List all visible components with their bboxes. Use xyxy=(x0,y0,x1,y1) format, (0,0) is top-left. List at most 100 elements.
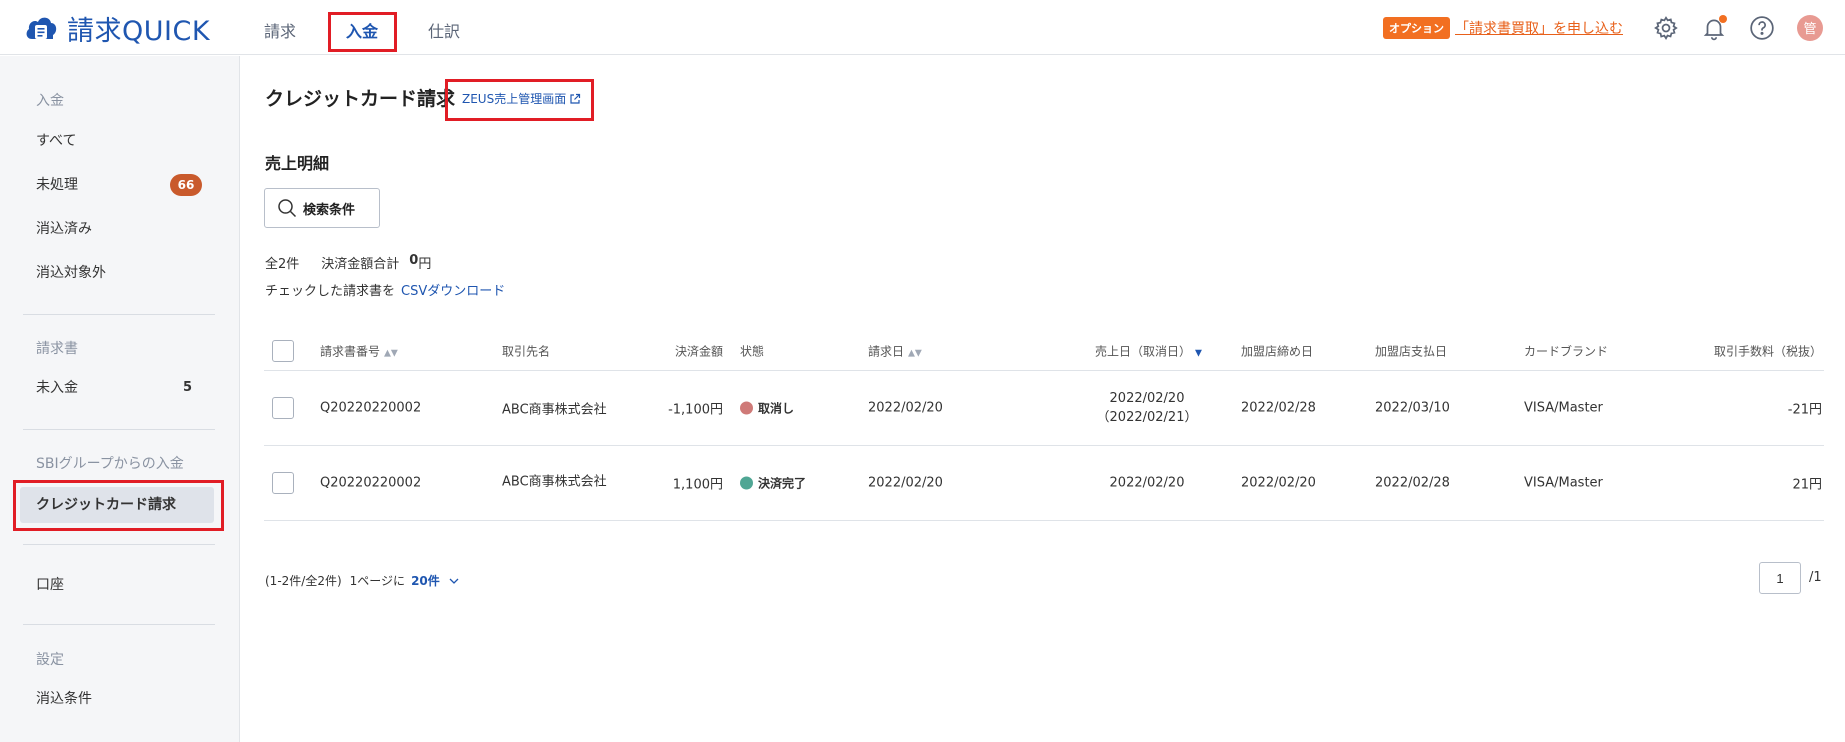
zeus-link-label: ZEUS売上管理画面 xyxy=(462,92,567,106)
search-conditions-button[interactable]: 検索条件 xyxy=(264,188,380,228)
sidebar-item-credit-card[interactable]: クレジットカード請求 xyxy=(20,487,214,523)
top-header: 請求QUICK 請求 入金 仕訳 オプション 「請求書買取」を申し込む 管 xyxy=(0,0,1845,55)
cell-card-brand: VISA/Master xyxy=(1524,400,1603,416)
cell-pay-date: 2022/03/10 xyxy=(1375,400,1450,416)
col-sales-date[interactable]: 売上日（取消日） ▼ xyxy=(1095,342,1202,359)
zeus-sales-admin-link[interactable]: ZEUS売上管理画面 xyxy=(462,90,581,107)
cell-invoice-date: 2022/02/20 xyxy=(868,400,943,416)
csv-prefix: チェックした請求書を xyxy=(265,284,396,299)
cell-fee: -21円 xyxy=(1787,402,1822,418)
cell-close-date: 2022/02/20 xyxy=(1241,475,1316,491)
cell-status: 取消し xyxy=(740,400,794,417)
status-dot xyxy=(740,476,753,490)
option-badge: オプション xyxy=(1383,16,1450,39)
csv-download-link[interactable]: CSVダウンロード xyxy=(401,284,505,299)
sales-detail-title: 売上明細 xyxy=(265,154,330,173)
sidebar-section-invoices: 請求書 xyxy=(36,341,78,357)
col-fee: 取引手数料（税抜） xyxy=(1713,344,1822,358)
amount-value: 0 xyxy=(409,253,419,268)
sidebar-item-label: 未入金 xyxy=(36,380,78,396)
col-client: 取引先名 xyxy=(502,344,551,358)
notification-bell-icon[interactable] xyxy=(1701,14,1727,41)
summary: 全2件 決済金額合計 0 円 xyxy=(265,253,431,272)
sort-icon: ▲▼ xyxy=(908,348,922,358)
cancel-date: （2022/02/21） xyxy=(1096,410,1198,425)
sidebar-item-label: 口座 xyxy=(36,577,64,593)
amount-label: 決済金額合計 xyxy=(321,257,400,272)
unpaid-count: 5 xyxy=(182,380,192,395)
cell-invoice-no[interactable]: Q20220220002 xyxy=(320,476,421,491)
col-invoice-date[interactable]: 請求日 ▲▼ xyxy=(868,342,922,359)
sidebar-divider xyxy=(23,314,215,315)
table-header-row: 請求書番号 ▲▼ 取引先名 決済金額 状態 請求日 ▲▼ 売上日（取消日） ▼ 加盟店… xyxy=(264,331,1824,371)
tab-journal[interactable]: 仕訳 xyxy=(428,22,460,52)
pagination-info: (1-2件/全2件) 1ページに 20件 xyxy=(265,572,460,589)
cloud-logo-icon xyxy=(26,17,57,39)
per-page-select[interactable]: 20件 xyxy=(411,572,440,589)
chevron-down-icon[interactable] xyxy=(448,575,460,587)
cell-pay-date: 2022/02/28 xyxy=(1375,475,1450,491)
cell-sales-date: 2022/02/20 xyxy=(1087,476,1207,491)
sidebar-divider xyxy=(23,544,215,545)
cell-status: 決済完了 xyxy=(740,475,806,492)
top-nav: 請求 入金 仕訳 xyxy=(264,22,510,52)
page-title: クレジットカード請求 xyxy=(265,88,456,110)
header-actions: オプション 「請求書買取」を申し込む 管 xyxy=(1383,0,1845,55)
sales-date: 2022/02/20 xyxy=(1109,391,1185,406)
total-count: 全2件 xyxy=(265,257,300,272)
cell-amount: -1,100円 xyxy=(668,402,723,418)
sort-desc-icon: ▼ xyxy=(1195,348,1202,358)
tab-invoice[interactable]: 請求 xyxy=(264,22,296,52)
sidebar-section-sbi: SBIグループからの入金 xyxy=(36,456,184,472)
cell-invoice-no[interactable]: Q20220220002 xyxy=(320,401,421,416)
settings-gear-icon[interactable] xyxy=(1653,15,1679,41)
col-pay-date: 加盟店支払日 xyxy=(1375,344,1448,358)
row-checkbox[interactable] xyxy=(272,472,294,494)
user-avatar[interactable]: 管 xyxy=(1797,14,1823,41)
sidebar-section-payment: 入金 xyxy=(36,93,64,109)
col-status: 状態 xyxy=(740,344,765,358)
sidebar-item-reconcile-rules[interactable]: 消込条件 xyxy=(20,682,214,716)
external-link-icon xyxy=(570,93,581,104)
row-checkbox[interactable] xyxy=(272,397,294,419)
main-content: クレジットカード請求 ZEUS売上管理画面 売上明細 検索条件 全2件 決済金額… xyxy=(241,56,1845,742)
factoring-apply-link[interactable]: 「請求書買取」を申し込む xyxy=(1455,18,1623,38)
sidebar-item-accounts[interactable]: 口座 xyxy=(20,568,214,602)
status-label: 取消し xyxy=(758,401,795,416)
col-card-brand: カードブランド xyxy=(1524,344,1609,358)
sales-table: 請求書番号 ▲▼ 取引先名 決済金額 状態 請求日 ▲▼ 売上日（取消日） ▼ 加盟店… xyxy=(264,331,1824,521)
sidebar-item-unprocessed[interactable]: 未処理 66 xyxy=(20,168,214,202)
cell-card-brand: VISA/Master xyxy=(1524,475,1603,491)
per-page-label: 1ページに xyxy=(349,574,406,588)
logo-text: 請求QUICK xyxy=(67,15,211,47)
sidebar-item-unpaid[interactable]: 未入金 5 xyxy=(20,371,214,405)
status-dot xyxy=(740,401,753,415)
sidebar-item-label: すべて xyxy=(36,133,77,149)
cell-fee: 21円 xyxy=(1792,477,1822,493)
unprocessed-count-badge: 66 xyxy=(170,174,202,196)
col-close-date: 加盟店締め日 xyxy=(1241,344,1314,358)
pagination-range: (1-2件/全2件) xyxy=(265,574,342,588)
sidebar-item-excluded[interactable]: 消込対象外 xyxy=(20,256,214,290)
tab-payment[interactable]: 入金 xyxy=(346,22,379,52)
sidebar-item-label: クレジットカード請求 xyxy=(36,497,176,513)
amount-unit: 円 xyxy=(418,257,432,272)
sidebar-divider xyxy=(23,624,215,625)
app-logo[interactable]: 請求QUICK xyxy=(23,10,211,47)
sidebar-section-settings: 設定 xyxy=(36,652,64,668)
table-row: Q20220220002 ABC商事株式会社 -1,100円 取消し 2022/… xyxy=(264,371,1824,446)
sort-icon: ▲▼ xyxy=(384,348,398,358)
sidebar-item-label: 消込条件 xyxy=(36,691,92,707)
status-label: 決済完了 xyxy=(758,476,807,491)
sidebar-item-label: 消込済み xyxy=(36,221,92,237)
sidebar-item-reconciled[interactable]: 消込済み xyxy=(20,212,214,246)
cell-sales-date: 2022/02/20 （2022/02/21） xyxy=(1087,391,1207,425)
help-question-icon[interactable] xyxy=(1749,15,1775,41)
notification-dot xyxy=(1719,14,1727,23)
select-all-checkbox[interactable] xyxy=(272,339,294,362)
search-conditions-label: 検索条件 xyxy=(303,202,356,218)
col-invoice-no[interactable]: 請求書番号 ▲▼ xyxy=(320,342,398,359)
sidebar-item-label: 消込対象外 xyxy=(36,265,106,281)
sidebar-item-all[interactable]: すべて xyxy=(20,124,214,158)
page-number-input[interactable] xyxy=(1759,562,1801,594)
